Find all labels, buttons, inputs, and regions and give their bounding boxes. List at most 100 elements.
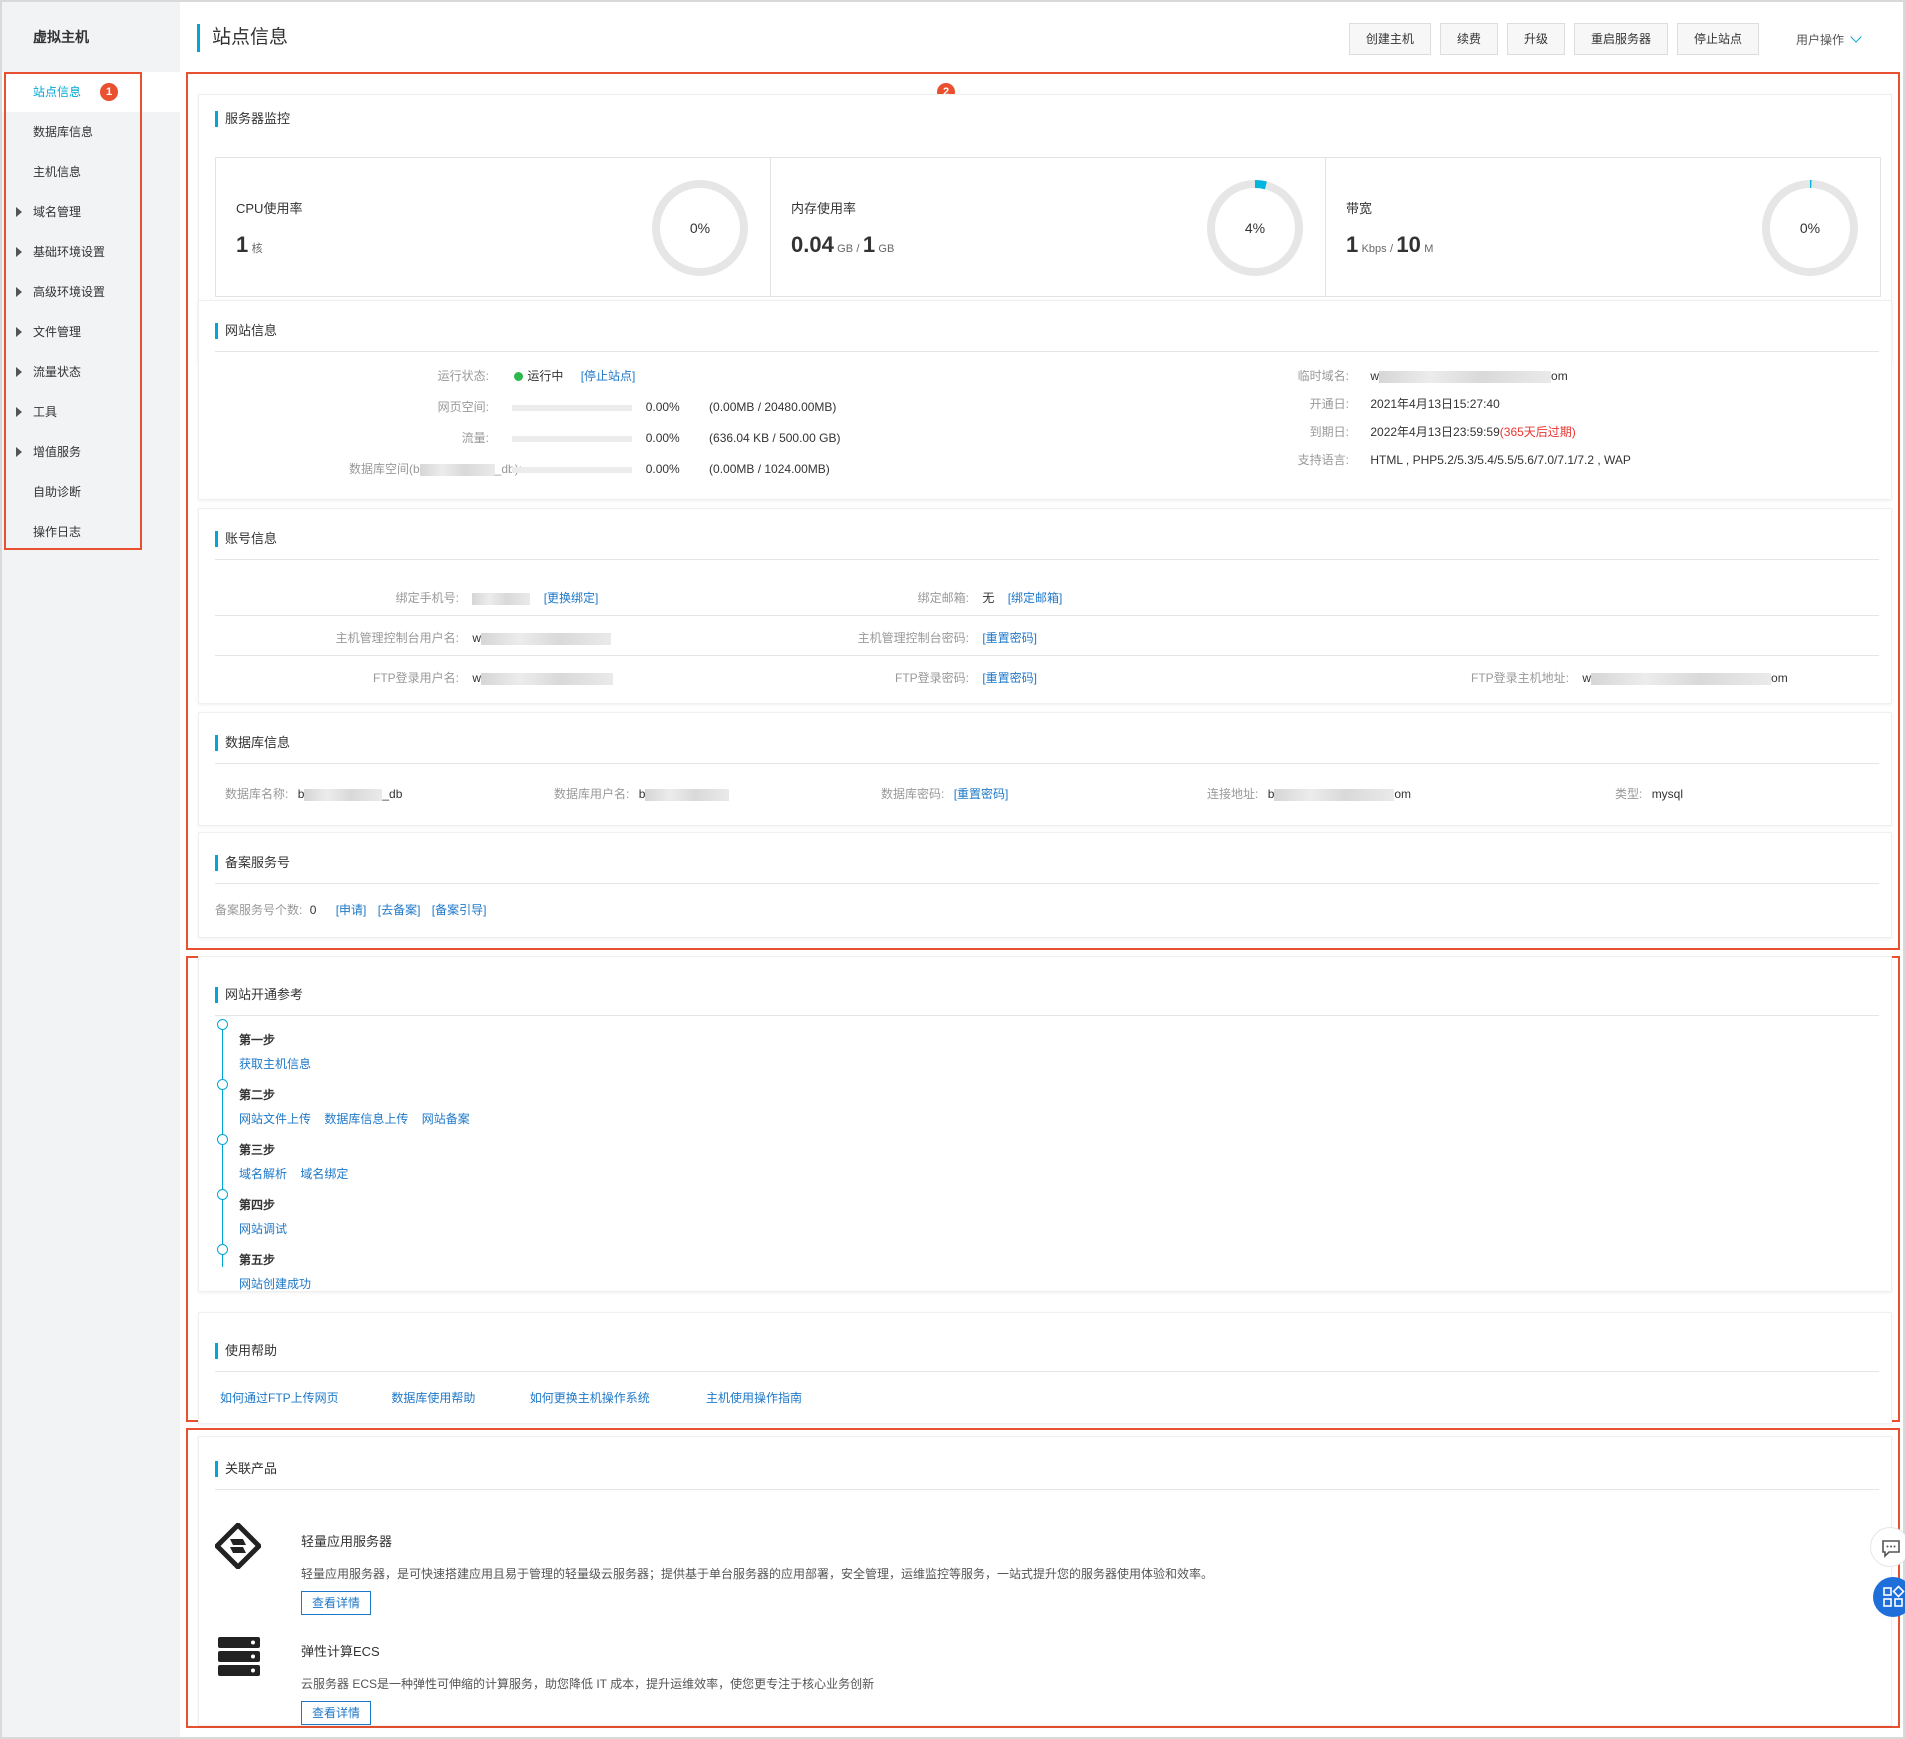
change-phone-link[interactable]: [更换绑定]	[544, 591, 599, 605]
sidebar-item-advanced-env[interactable]: 高级环境设置	[2, 272, 180, 312]
db-space-bar	[512, 466, 633, 473]
feedback-button[interactable]	[1870, 1527, 1905, 1567]
sidebar-item-operation-log[interactable]: 操作日志	[2, 512, 180, 552]
db-connection-field: 连接地址: b om	[1207, 785, 1411, 802]
domain-bind-link[interactable]: 域名绑定	[300, 1167, 348, 1181]
annotation-badge-1: 1	[100, 83, 118, 101]
user-ops-dropdown[interactable]: 用户操作	[1796, 31, 1862, 48]
view-details-button[interactable]: 查看详情	[301, 1591, 371, 1615]
db-name-a: b	[297, 787, 305, 801]
caret-right-icon	[16, 247, 22, 257]
help-ftp-link[interactable]: 如何通过FTP上传网页	[220, 1389, 388, 1406]
memory-percent: 4%	[1244, 220, 1266, 236]
sidebar-item-label: 文件管理	[33, 325, 82, 339]
create-host-button[interactable]: 创建主机	[1348, 23, 1431, 55]
sidebar-item-tools[interactable]: 工具	[2, 392, 180, 432]
upload-db-link[interactable]: 数据库信息上传	[324, 1112, 408, 1126]
masked-text	[1591, 672, 1772, 685]
upgrade-button[interactable]: 升级	[1506, 23, 1565, 55]
db-connection-b: om	[1394, 787, 1412, 801]
timeline-dot-icon	[217, 1019, 228, 1030]
reset-db-password-link[interactable]: [重置密码]	[954, 787, 1009, 801]
stop-site-button[interactable]: 停止站点	[1676, 23, 1759, 55]
website-created-link[interactable]: 网站创建成功	[239, 1277, 311, 1291]
sidebar-item-site-info[interactable]: 站点信息 1	[2, 72, 180, 112]
caret-right-icon	[16, 327, 22, 337]
product-description: 轻量应用服务器，是可快速搭建应用且易于管理的轻量级云服务器；提供基于单台服务器的…	[301, 1567, 1214, 1581]
get-host-info-link[interactable]: 获取主机信息	[239, 1057, 311, 1071]
sidebar-item-label: 数据库信息	[33, 125, 94, 139]
db-type-value: mysql	[1651, 787, 1684, 801]
masked-text	[419, 463, 495, 476]
traffic-label: 流量:	[461, 431, 489, 445]
icp-go-link[interactable]: [去备案]	[378, 903, 421, 917]
website-debug-link[interactable]: 网站调试	[239, 1222, 287, 1236]
guide-panel: 网站开通参考 第一步 获取主机信息 第二步 网站文件上传 数据库信息上传 网站备…	[198, 956, 1892, 1292]
sidebar-item-database-info[interactable]: 数据库信息	[2, 112, 180, 152]
sidebar: 虚拟主机 站点信息 1 数据库信息 主机信息 域名管理 基础环境设置 高级环境设…	[2, 2, 180, 1737]
masked-text	[304, 788, 383, 801]
memory-card: 内存使用率 0.04 GB / 1 GB 4%	[771, 158, 1326, 296]
sidebar-item-domain-management[interactable]: 域名管理	[2, 192, 180, 232]
website-icp-link[interactable]: 网站备案	[422, 1112, 470, 1126]
caret-right-icon	[16, 407, 22, 417]
icp-apply-link[interactable]: [申请]	[336, 903, 367, 917]
status-value: 运行中	[527, 369, 564, 383]
language-row: 支持语言: HTML , PHP5.2/5.3/5.4/5.5/5.6/7.0/…	[1239, 451, 1631, 468]
apps-button[interactable]	[1873, 1577, 1905, 1617]
section-title: 备案服务号	[215, 855, 290, 871]
step-2-title: 第二步	[239, 1088, 276, 1102]
view-details-button[interactable]: 查看详情	[301, 1701, 371, 1725]
email-row: 绑定邮箱: 无 [绑定邮箱]	[799, 589, 1063, 606]
chat-icon	[1882, 1540, 1900, 1558]
space-label: 网页空间:	[437, 400, 489, 414]
running-dot-icon	[514, 372, 524, 382]
bind-email-link[interactable]: [绑定邮箱]	[1008, 591, 1063, 605]
renew-button[interactable]: 续费	[1439, 23, 1498, 55]
ftp-user-row: FTP登录用户名: w	[199, 669, 614, 686]
memory-used: 0.04	[791, 232, 834, 257]
icp-panel: 备案服务号 备案服务号个数: 0 [申请] [去备案] [备案引导]	[198, 832, 1892, 938]
console-user-label: 主机管理控制台用户名:	[335, 631, 459, 645]
memory-value: 0.04 GB / 1 GB	[791, 232, 894, 258]
upload-files-link[interactable]: 网站文件上传	[239, 1112, 311, 1126]
dns-resolve-link[interactable]: 域名解析	[239, 1167, 287, 1181]
sidebar-menu: 站点信息 1 数据库信息 主机信息 域名管理 基础环境设置 高级环境设置 文件管…	[2, 72, 180, 552]
db-password-field: 数据库密码: [重置密码]	[881, 785, 1008, 802]
icp-guide-link[interactable]: [备案引导]	[432, 903, 487, 917]
help-panel: 使用帮助 如何通过FTP上传网页 数据库使用帮助 如何更换主机操作系统 主机使用…	[198, 1312, 1892, 1424]
sidebar-item-label: 操作日志	[33, 525, 82, 539]
caret-right-icon	[16, 207, 22, 217]
step-3-links: 域名解析 域名绑定	[239, 1165, 358, 1182]
caret-right-icon	[16, 447, 22, 457]
ftp-user-label: FTP登录用户名:	[373, 671, 459, 685]
reset-console-password-link[interactable]: [重置密码]	[982, 631, 1037, 645]
sidebar-item-file-management[interactable]: 文件管理	[2, 312, 180, 352]
masked-text	[472, 592, 531, 605]
sidebar-item-label: 主机信息	[33, 165, 82, 179]
help-os-link[interactable]: 如何更换主机操作系统	[530, 1389, 703, 1406]
console-user-value: w	[472, 631, 482, 645]
stop-site-link[interactable]: [停止站点]	[581, 369, 636, 383]
restart-server-button[interactable]: 重启服务器	[1573, 23, 1668, 55]
sidebar-item-self-diagnosis[interactable]: 自助诊断	[2, 472, 180, 512]
help-guide-link[interactable]: 主机使用操作指南	[706, 1391, 802, 1405]
sidebar-item-host-info[interactable]: 主机信息	[2, 152, 180, 192]
sidebar-item-traffic-status[interactable]: 流量状态	[2, 352, 180, 392]
db-connection-label: 连接地址:	[1207, 787, 1259, 801]
db-user-a: b	[638, 787, 646, 801]
step-3-title: 第三步	[239, 1143, 276, 1157]
sidebar-item-label: 站点信息	[33, 85, 82, 99]
timeline-dot-icon	[217, 1189, 228, 1200]
bandwidth-card: 带宽 1 Kbps / 10 M 0%	[1326, 158, 1880, 296]
sidebar-item-basic-env[interactable]: 基础环境设置	[2, 232, 180, 272]
language-label: 支持语言:	[1297, 453, 1349, 467]
step-1-links: 获取主机信息	[239, 1055, 321, 1072]
reset-ftp-password-link[interactable]: [重置密码]	[982, 671, 1037, 685]
divider	[215, 763, 1879, 764]
memory-title: 内存使用率	[791, 201, 857, 216]
sidebar-item-value-added[interactable]: 增值服务	[2, 432, 180, 472]
help-db-link[interactable]: 数据库使用帮助	[391, 1389, 526, 1406]
ftp-host-a: w	[1582, 671, 1592, 685]
db-connection-a: b	[1267, 787, 1275, 801]
